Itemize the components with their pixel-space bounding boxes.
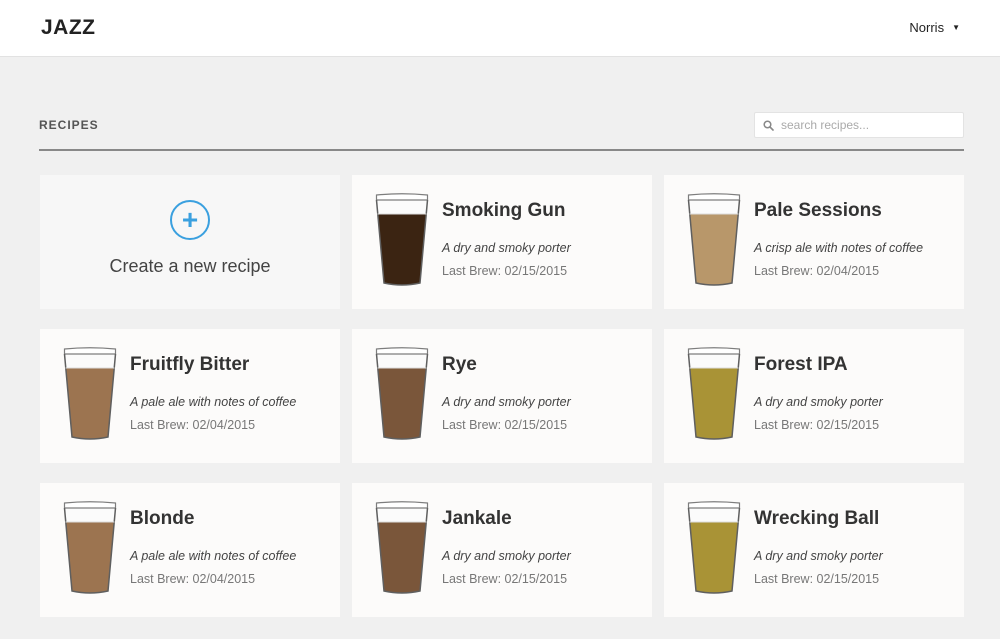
recipe-card[interactable]: Jankale A dry and smoky porter Last Brew… — [352, 483, 652, 617]
recipe-last-brew: Last Brew: 02/15/2015 — [442, 418, 568, 432]
recipe-description: A dry and smoky porter — [442, 395, 571, 409]
recipe-last-brew: Last Brew: 02/15/2015 — [754, 572, 880, 586]
recipe-card[interactable]: Blonde A pale ale with notes of coffee L… — [40, 483, 340, 617]
beer-glass-icon — [375, 193, 429, 286]
beer-glass-icon — [63, 347, 117, 440]
recipe-description: A dry and smoky porter — [754, 549, 883, 563]
recipe-name: Jankale — [442, 508, 512, 529]
user-menu[interactable]: Norris ▼ — [909, 20, 960, 35]
recipe-last-brew: Last Brew: 02/15/2015 — [442, 264, 568, 278]
recipe-card[interactable]: Fruitfly Bitter A pale ale with notes of… — [40, 329, 340, 463]
recipe-card[interactable]: Rye A dry and smoky porter Last Brew: 02… — [352, 329, 652, 463]
beer-glass-icon — [375, 347, 429, 440]
recipe-name: Fruitfly Bitter — [130, 354, 250, 375]
recipe-name: Blonde — [130, 508, 195, 529]
search-input[interactable] — [781, 118, 951, 132]
recipe-name: Rye — [442, 354, 477, 375]
beer-glass-icon — [63, 501, 117, 594]
caret-down-icon: ▼ — [952, 23, 960, 32]
section-divider — [39, 149, 964, 151]
recipe-card[interactable]: Forest IPA A dry and smoky porter Last B… — [664, 329, 964, 463]
recipe-card[interactable]: Wrecking Ball A dry and smoky porter Las… — [664, 483, 964, 617]
beer-glass-icon — [375, 501, 429, 594]
top-bar: JAZZ Norris ▼ — [0, 0, 1000, 57]
recipe-name: Forest IPA — [754, 354, 848, 375]
recipe-description: A pale ale with notes of coffee — [130, 395, 297, 409]
recipe-name: Smoking Gun — [442, 200, 566, 221]
beer-glass-icon — [687, 347, 741, 440]
recipe-description: A dry and smoky porter — [442, 241, 571, 255]
create-recipe-card[interactable]: + Create a new recipe — [40, 175, 340, 309]
recipe-grid: + Create a new recipe Smoking Gun A dry … — [40, 175, 964, 617]
recipe-last-brew: Last Brew: 02/15/2015 — [442, 572, 568, 586]
recipe-description: A dry and smoky porter — [442, 549, 571, 563]
recipe-last-brew: Last Brew: 02/04/2015 — [754, 264, 880, 278]
search-box[interactable] — [754, 112, 964, 138]
recipe-last-brew: Last Brew: 02/04/2015 — [130, 572, 256, 586]
recipe-description: A crisp ale with notes of coffee — [754, 241, 924, 255]
recipe-name: Wrecking Ball — [754, 508, 880, 529]
recipe-card[interactable]: Pale Sessions A crisp ale with notes of … — [664, 175, 964, 309]
recipe-description: A pale ale with notes of coffee — [130, 549, 297, 563]
recipe-name: Pale Sessions — [754, 200, 882, 221]
app-logo[interactable]: JAZZ — [41, 16, 96, 40]
beer-glass-icon — [687, 501, 741, 594]
recipe-last-brew: Last Brew: 02/15/2015 — [754, 418, 880, 432]
recipe-last-brew: Last Brew: 02/04/2015 — [130, 418, 256, 432]
plus-circle-icon: + — [170, 199, 210, 240]
create-recipe-label: Create a new recipe — [109, 255, 271, 276]
recipe-card[interactable]: Smoking Gun A dry and smoky porter Last … — [352, 175, 652, 309]
recipe-description: A dry and smoky porter — [754, 395, 883, 409]
user-name: Norris — [909, 20, 945, 35]
search-icon — [763, 119, 774, 131]
section-title: RECIPES — [39, 118, 99, 132]
beer-glass-icon — [687, 193, 741, 286]
